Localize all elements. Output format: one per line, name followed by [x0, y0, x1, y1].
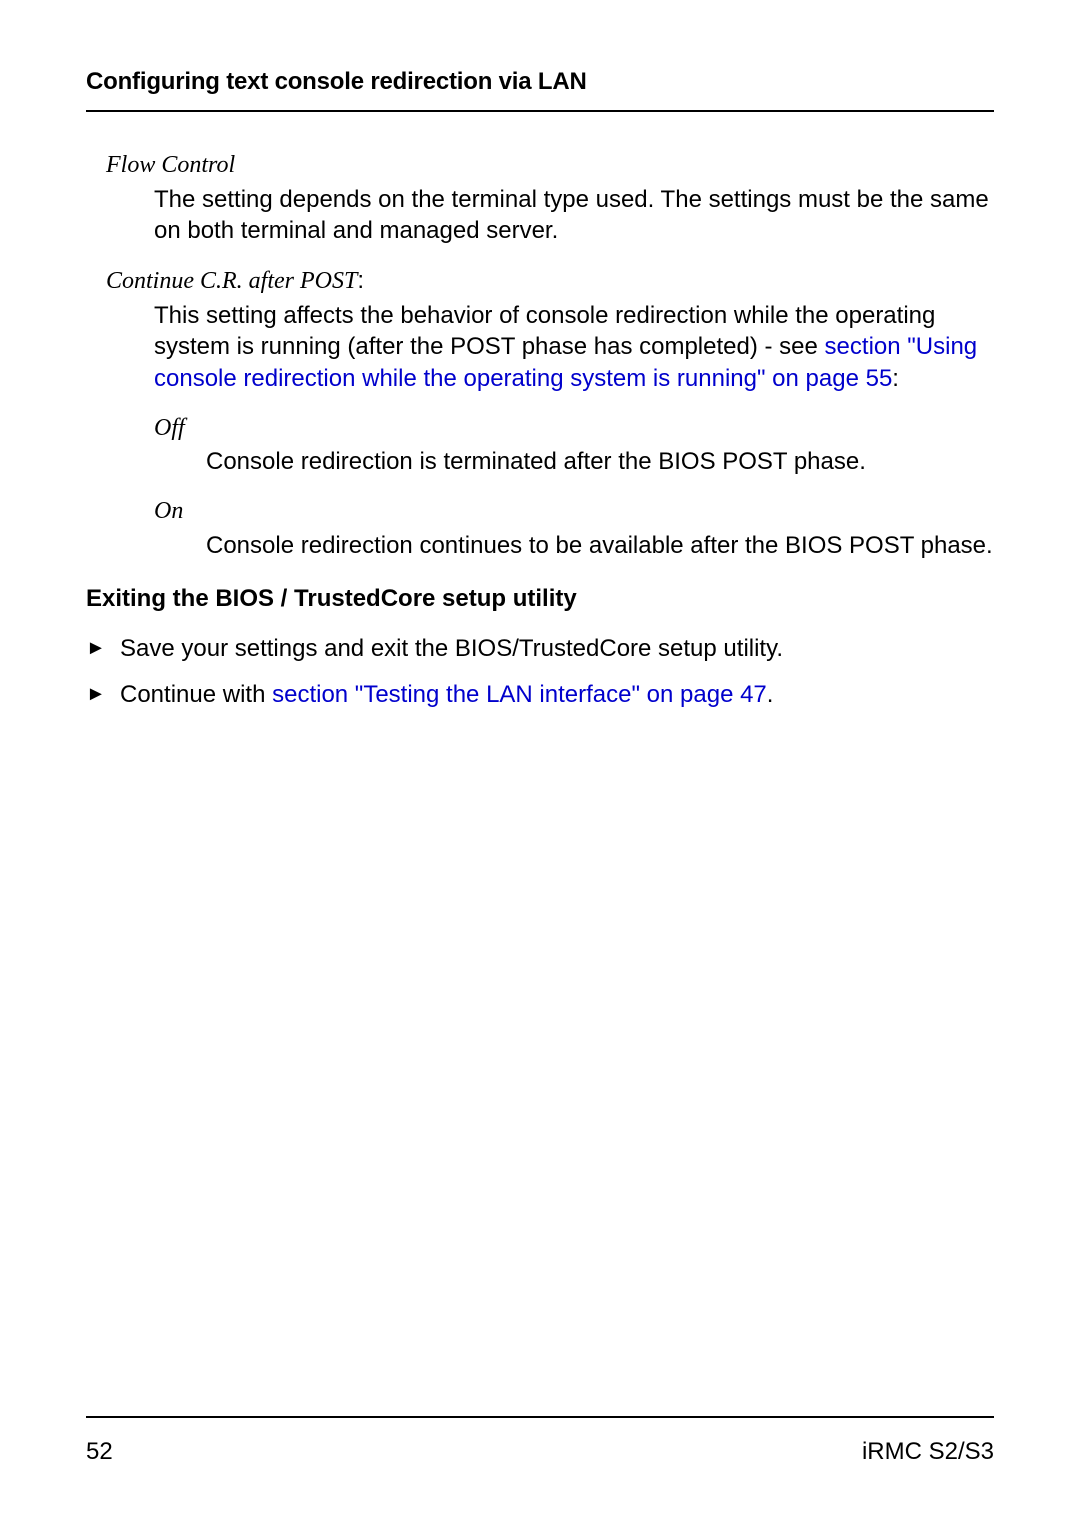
link-testing-lan[interactable]: section "Testing the LAN interface" on p… — [272, 681, 767, 708]
header-divider — [86, 110, 994, 112]
page-footer: 52 iRMC S2/S3 — [86, 1416, 994, 1466]
triangle-right-icon: ► — [86, 681, 106, 707]
doc-reference: iRMC S2/S3 — [862, 1438, 994, 1466]
list-item: ► Save your settings and exit the BIOS/T… — [86, 633, 994, 665]
bullet-text-2-post: . — [767, 681, 774, 708]
header-title: Configuring text console redirection via… — [86, 68, 994, 110]
desc-continue-cr: This setting affects the behavior of con… — [154, 300, 994, 395]
desc-flow-control: The setting depends on the terminal type… — [154, 184, 994, 247]
triangle-right-icon: ► — [86, 635, 106, 661]
option-on-label: On — [154, 496, 994, 528]
desc-continue-cr-post: : — [892, 365, 899, 392]
option-off-desc: Console redirection is terminated after … — [206, 446, 994, 478]
document-page: Configuring text console redirection via… — [0, 0, 1080, 1526]
option-on-desc: Console redirection continues to be avai… — [206, 530, 994, 562]
footer-divider — [86, 1416, 994, 1418]
page-content: Flow Control The setting depends on the … — [86, 150, 994, 1416]
page-number: 52 — [86, 1438, 113, 1466]
bullet-text-1: Save your settings and exit the BIOS/Tru… — [120, 635, 783, 662]
bullet-text-2-pre: Continue with — [120, 681, 272, 708]
list-item: ► Continue with section "Testing the LAN… — [86, 679, 994, 711]
term-continue-cr-colon: : — [357, 267, 364, 294]
term-flow-control: Flow Control — [106, 150, 994, 182]
term-continue-cr: Continue C.R. after POST: — [106, 265, 994, 298]
option-off-label: Off — [154, 413, 994, 445]
desc-continue-cr-pre: This setting affects the behavior of con… — [154, 302, 935, 361]
term-continue-cr-label: Continue C.R. after POST — [106, 268, 357, 294]
page-header: Configuring text console redirection via… — [86, 68, 994, 150]
bullet-list: ► Save your settings and exit the BIOS/T… — [86, 633, 994, 710]
section-heading: Exiting the BIOS / TrustedCore setup uti… — [86, 583, 994, 615]
